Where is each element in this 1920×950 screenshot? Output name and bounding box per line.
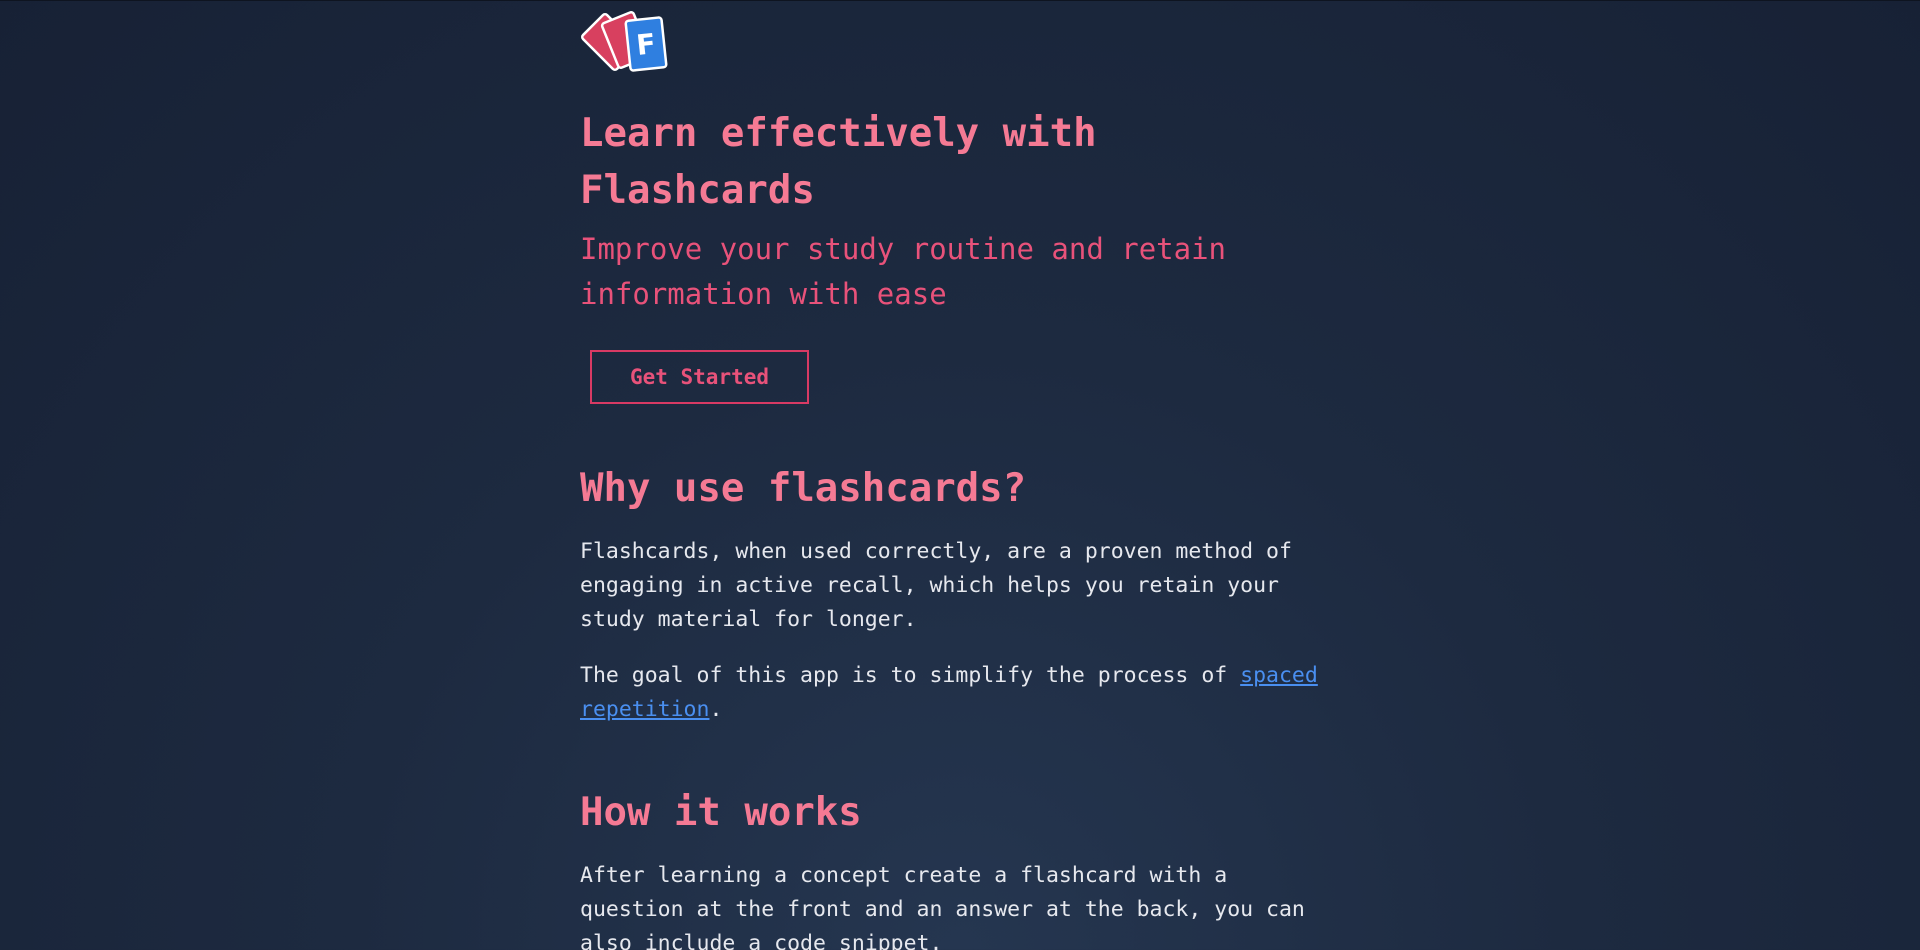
how-section-heading: How it works — [580, 790, 862, 835]
why-section-heading: Why use flashcards? — [580, 466, 1027, 511]
hero-title: Learn effectively with Flashcards — [580, 111, 1097, 213]
why-paragraph-2-suffix: . — [709, 697, 723, 722]
why-paragraph-2: The goal of this app is to simplify the … — [580, 659, 1340, 727]
why-paragraph-1: Flashcards, when used correctly, are a p… — [580, 539, 1292, 632]
flashcards-logo-icon[interactable]: F — [580, 6, 676, 76]
hero-subtitle: Improve your study routine and retain in… — [580, 232, 1227, 311]
how-paragraph-1: After learning a concept create a flashc… — [580, 863, 1305, 950]
get-started-button[interactable]: Get Started — [590, 350, 809, 404]
top-border — [0, 0, 1920, 1]
why-paragraph-2-prefix: The goal of this app is to simplify the … — [580, 663, 1241, 688]
logo-letter: F — [635, 27, 657, 62]
